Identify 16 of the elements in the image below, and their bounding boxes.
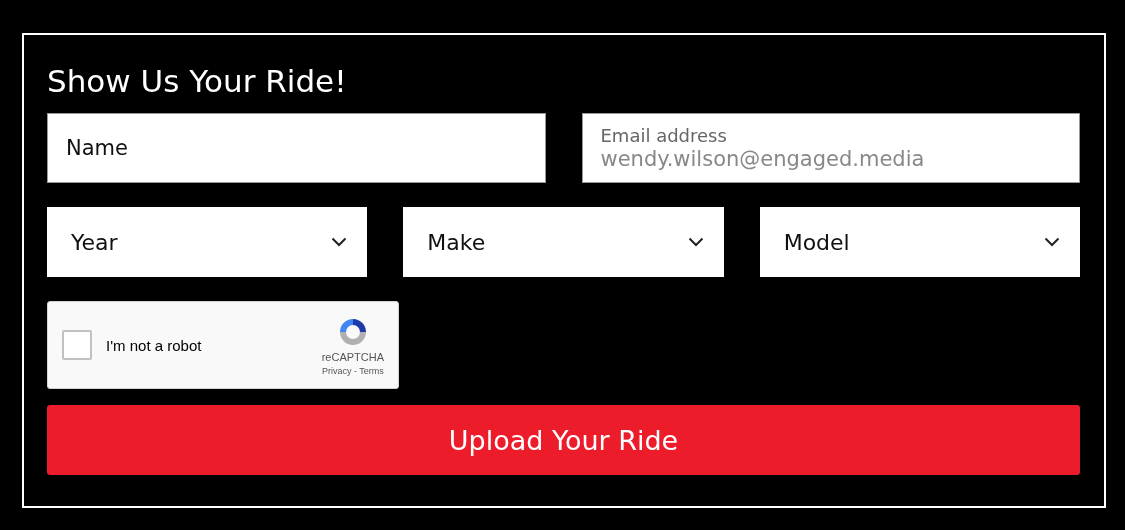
email-label: Email address [600, 125, 728, 147]
privacy-terms-link[interactable]: Privacy - Terms [321, 365, 384, 376]
checkbox[interactable] [62, 330, 92, 360]
dropdown-select[interactable]: Model [759, 207, 1080, 277]
chevron-down-icon [687, 237, 704, 247]
dropdown-select[interactable]: Make [403, 207, 724, 277]
email-input[interactable]: wendy.wilson@engaged.media [600, 147, 1061, 171]
dropdown-select[interactable]: Year [47, 207, 368, 277]
captcha-brand: reCAPTCHA [321, 350, 384, 363]
form-title: Show Us Your Ride! [47, 62, 348, 101]
chevron-down-icon [331, 237, 348, 247]
captcha-label: I'm not a robot [106, 336, 203, 354]
upload-button[interactable]: Upload Your Ride [47, 405, 1080, 475]
chevron-down-icon [1044, 237, 1060, 247]
email-field[interactable]: Email address wendy.wilson@engaged.media [581, 113, 1080, 183]
name-field[interactable]: Name [47, 113, 546, 183]
